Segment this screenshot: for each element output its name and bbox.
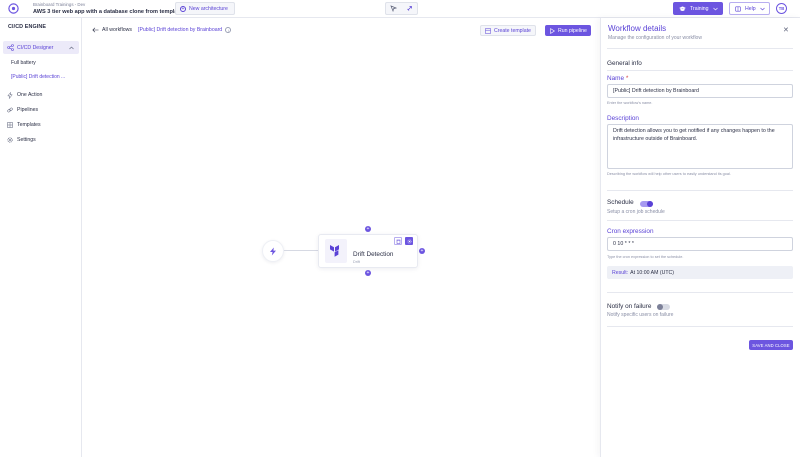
- description-label: Description: [607, 115, 639, 122]
- name-label: Name *: [607, 75, 628, 82]
- workflow-name-input[interactable]: [Public] Drift detection by Brainboard: [607, 84, 793, 98]
- all-workflows-label: All workflows: [102, 27, 132, 33]
- node-connector: [284, 250, 318, 251]
- help-label: Help: [745, 5, 756, 12]
- chevron-up-icon[interactable]: [69, 46, 74, 50]
- name-help-text: Enter the workflow's name.: [607, 101, 653, 105]
- sidebar-item-cicd-designer[interactable]: CI/CD Designer: [3, 41, 79, 54]
- arrow-left-icon: [92, 27, 99, 33]
- sidebar-item-one-action[interactable]: One Action: [7, 90, 42, 100]
- notify-on-failure-toggle[interactable]: [657, 304, 670, 310]
- add-node-top-button[interactable]: +: [365, 226, 371, 232]
- run-pipeline-label: Run pipeline: [558, 27, 587, 34]
- lightning-icon: [269, 247, 277, 256]
- sidebar-item-settings[interactable]: Settings: [7, 135, 36, 145]
- breadcrumb: [Public] Drift detection by Brainboard i: [138, 27, 232, 33]
- cron-expression-input[interactable]: 0 10 * * *: [607, 237, 793, 251]
- grid-icon: [7, 122, 13, 128]
- training-button[interactable]: Training: [673, 2, 723, 15]
- result-label: Result:: [612, 269, 629, 276]
- sidebar-subitem-full-battery[interactable]: Full battery: [11, 60, 36, 66]
- schedule-toggle[interactable]: [640, 201, 653, 207]
- lightning-icon: [7, 91, 13, 99]
- divider: [607, 70, 793, 71]
- training-label: Training: [690, 5, 709, 12]
- trigger-node[interactable]: [262, 240, 284, 262]
- rocket-icon[interactable]: [406, 5, 413, 12]
- terraform-icon: [325, 239, 347, 263]
- cursor-icon[interactable]: [390, 5, 398, 12]
- new-architecture-button[interactable]: + New architecture: [175, 2, 235, 15]
- schedule-subtitle: Setup a cron job schedule: [607, 209, 665, 215]
- divider: [607, 220, 793, 221]
- result-value: At 10:00 AM (UTC): [630, 269, 674, 276]
- sidebar-item-label: CI/CD Designer: [17, 44, 54, 51]
- new-architecture-label: New architecture: [189, 5, 228, 12]
- brainboard-logo-icon[interactable]: [8, 3, 19, 14]
- sidebar-subitem-drift-detection[interactable]: [Public] Drift detection ...: [11, 74, 73, 80]
- sidebar-item-label: Templates: [17, 122, 41, 128]
- cron-help-text: Type the cron expression to set the sche…: [607, 255, 684, 259]
- sidebar-item-label: Settings: [17, 137, 36, 143]
- template-icon: [485, 27, 491, 34]
- notify-subtitle: Notify specific users on failure: [607, 312, 674, 318]
- info-icon[interactable]: i: [225, 27, 232, 33]
- create-template-label: Create template: [494, 27, 531, 34]
- panel-title: Workflow details: [608, 24, 667, 33]
- schedule-label: Schedule: [607, 199, 634, 206]
- sidebar-item-label: Pipelines: [17, 107, 39, 113]
- notify-on-failure-label: Notify on failure: [607, 303, 652, 310]
- organization-name: Brainboard Trainings - Dev: [33, 2, 86, 7]
- user-avatar[interactable]: TB: [776, 3, 787, 14]
- sidebar-title: CI/CD ENGINE: [8, 24, 47, 30]
- cron-result: Result: At 10:00 AM (UTC): [607, 266, 793, 279]
- panel-subtitle: Manage the configuration of your workflo…: [608, 35, 702, 41]
- sidebar-item-templates[interactable]: Templates: [7, 120, 41, 130]
- gear-icon: [7, 137, 13, 143]
- divider: [607, 48, 793, 49]
- sidebar-item-label: One Action: [17, 92, 43, 98]
- close-icon[interactable]: ✕: [783, 26, 789, 34]
- sidebar: [0, 18, 82, 457]
- name-label-text: Name: [607, 75, 625, 82]
- workflow-name-breadcrumb[interactable]: [Public] Drift detection by Brainboard: [138, 27, 222, 33]
- plus-circle-icon: +: [180, 5, 186, 12]
- sidebar-item-pipelines[interactable]: Pipelines: [7, 105, 38, 115]
- toolbar-group: [385, 2, 418, 15]
- description-help-text: Describing the workflow will help other …: [607, 172, 731, 176]
- cron-expression-label: Cron expression: [607, 228, 654, 235]
- project-title[interactable]: AWS 3 tier web app with a database clone…: [33, 9, 183, 15]
- help-button[interactable]: Help: [729, 2, 770, 15]
- delete-node-icon[interactable]: [394, 237, 402, 245]
- general-info-heading: General info: [607, 60, 642, 67]
- chevron-down-icon: [713, 7, 718, 11]
- workflow-description-textarea[interactable]: Drift detection allows you to get notifi…: [607, 124, 793, 169]
- node-settings-icon[interactable]: [405, 237, 413, 245]
- add-node-right-button[interactable]: +: [419, 248, 425, 254]
- required-mark: *: [625, 75, 629, 82]
- graduation-cap-icon: [679, 5, 686, 12]
- run-pipeline-button[interactable]: Run pipeline: [545, 25, 591, 36]
- all-workflows-link[interactable]: All workflows: [92, 27, 132, 33]
- save-and-close-button[interactable]: SAVE AND CLOSE: [749, 340, 793, 350]
- node-subtitle: Drift: [353, 260, 360, 264]
- add-node-bottom-button[interactable]: +: [365, 270, 371, 276]
- share-nodes-icon: [7, 44, 14, 51]
- chevron-down-icon: [760, 7, 765, 11]
- play-icon: [550, 27, 555, 34]
- divider: [607, 190, 793, 191]
- help-book-icon: [735, 6, 741, 12]
- divider: [607, 292, 793, 293]
- divider: [607, 326, 793, 327]
- create-template-button[interactable]: Create template: [480, 25, 536, 36]
- node-title: Drift Detection: [353, 251, 394, 258]
- link-icon: [7, 107, 13, 113]
